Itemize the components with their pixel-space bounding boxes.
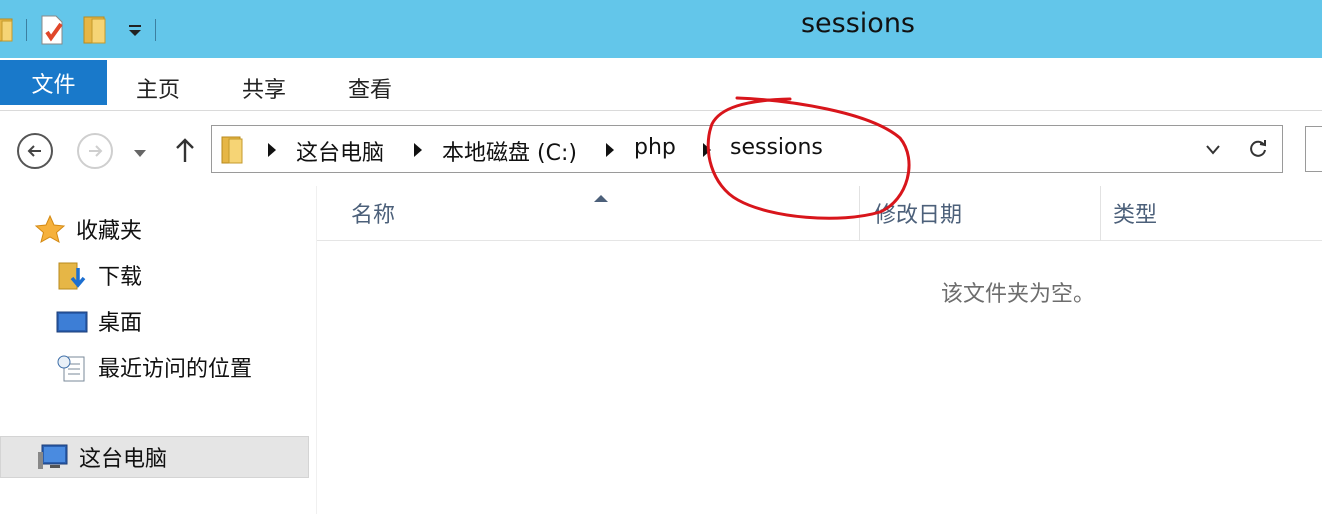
tab-share[interactable]: 共享 [242, 72, 286, 104]
breadcrumb-local-disk[interactable]: 本地磁盘 (C:) [442, 135, 577, 167]
up-arrow-icon[interactable] [174, 136, 196, 168]
navigation-bar: 这台电脑 本地磁盘 (C:) php sessions [0, 112, 1322, 186]
breadcrumb-separator[interactable] [414, 143, 422, 157]
empty-folder-message: 该文件夹为空。 [941, 282, 1096, 307]
column-header-label: 修改日期 [874, 203, 963, 228]
sidebar-item-recent-places[interactable]: 最近访问的位置 [56, 346, 252, 388]
sidebar-item-label: 收藏夹 [76, 219, 143, 244]
folder-icon [220, 134, 246, 170]
breadcrumb-sessions[interactable]: sessions [730, 135, 823, 160]
chevron-down-icon[interactable] [132, 144, 148, 163]
tab-view[interactable]: 查看 [348, 72, 392, 104]
properties-icon[interactable] [37, 14, 67, 46]
toolbar-separator [155, 19, 156, 41]
address-dropdown-icon[interactable] [1205, 142, 1221, 161]
computer-icon [37, 442, 69, 472]
new-folder-icon[interactable] [81, 14, 111, 46]
breadcrumb-php[interactable]: php [634, 135, 676, 160]
refresh-icon[interactable] [1247, 138, 1269, 164]
breadcrumb-separator[interactable] [268, 143, 276, 157]
forward-arrow-icon[interactable] [77, 133, 113, 169]
tab-file[interactable]: 文件 [0, 60, 107, 105]
column-header-label: 类型 [1113, 203, 1158, 228]
file-list: 名称 修改日期 类型 该文件夹为空。 [316, 186, 1322, 514]
title-bar: sessions [0, 0, 1322, 58]
download-folder-icon [56, 260, 88, 290]
sidebar-item-downloads[interactable]: 下载 [56, 254, 142, 296]
desktop-icon [56, 306, 88, 336]
star-icon [34, 214, 66, 244]
column-header-label: 名称 [351, 203, 396, 228]
ribbon: 文件 主页 共享 查看 [0, 58, 1322, 111]
sidebar-item-label: 下载 [98, 265, 143, 290]
sidebar-item-favorites[interactable]: 收藏夹 [34, 208, 142, 250]
sidebar-item-desktop[interactable]: 桌面 [56, 300, 142, 342]
window-title: sessions [800, 8, 915, 39]
address-bar[interactable]: 这台电脑 本地磁盘 (C:) php sessions [211, 125, 1283, 173]
quick-access-toolbar [0, 12, 166, 48]
folder-icon[interactable] [0, 17, 16, 43]
search-box[interactable] [1305, 126, 1322, 172]
breadcrumb-separator[interactable] [606, 143, 614, 157]
toolbar-separator [26, 19, 27, 41]
column-header-name[interactable]: 名称 [317, 186, 859, 241]
column-header-type[interactable]: 类型 [1101, 186, 1322, 241]
back-arrow-icon[interactable] [17, 133, 53, 169]
breadcrumb-this-pc[interactable]: 这台电脑 [296, 135, 384, 167]
customize-dropdown-icon[interactable] [125, 20, 145, 40]
navigation-pane: 收藏夹 下载 桌面 最近访问的位置 这台电脑 [0, 186, 314, 514]
sidebar-item-label: 这台电脑 [79, 447, 168, 472]
sidebar-item-label: 最近访问的位置 [98, 357, 253, 382]
sidebar-item-label: 桌面 [98, 311, 143, 336]
sidebar-item-this-pc[interactable]: 这台电脑 [0, 436, 309, 478]
breadcrumb-separator[interactable] [703, 143, 711, 157]
tab-home[interactable]: 主页 [136, 72, 180, 104]
recent-places-icon [56, 352, 88, 382]
column-header-date-modified[interactable]: 修改日期 [860, 186, 1100, 241]
